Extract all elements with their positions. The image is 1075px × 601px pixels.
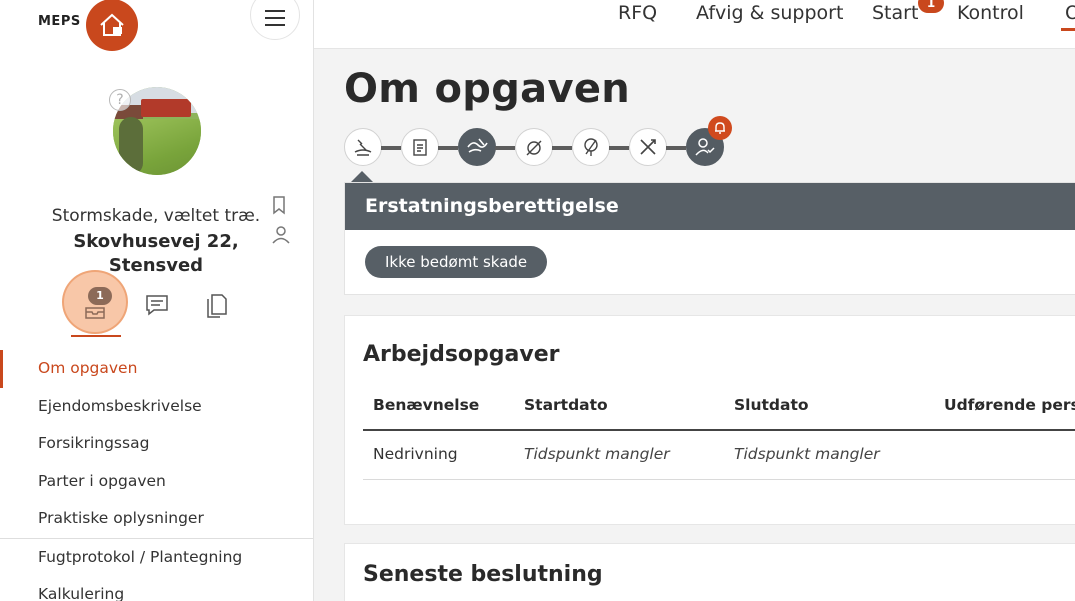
sidebar-item-om-opgaven[interactable]: Om opgaven: [0, 350, 313, 388]
step-connector: [495, 146, 515, 150]
column-header-startdato[interactable]: Startdato: [524, 396, 608, 414]
column-header-slutdato[interactable]: Slutdato: [734, 396, 809, 414]
topnav-active-item[interactable]: O: [1065, 2, 1075, 24]
column-header-udfoerende[interactable]: Udførende person: [944, 396, 1075, 414]
eligibility-header: Erstatningsberettigelse: [345, 183, 1075, 230]
tools-icon[interactable]: [629, 128, 667, 166]
sidebar-item-ejendomsbeskrivelse[interactable]: Ejendomsbeskrivelse: [0, 388, 313, 426]
topnav-active-underline: [1061, 28, 1075, 31]
latest-decision-title: Seneste beslutning: [363, 562, 603, 587]
sidebar-item-praktiske[interactable]: Praktiske oplysninger: [0, 500, 313, 538]
table-cell-start: Tidspunkt mangler: [524, 445, 670, 463]
tasks-title: Arbejdsopgaver: [363, 342, 560, 367]
quick-actions: 1: [62, 270, 262, 340]
latest-decision-card: Seneste beslutning: [344, 543, 1075, 601]
column-header-benaevnelse[interactable]: Benævnelse: [373, 396, 479, 414]
sidebar: MEPS ? Stormskade, væltet træ. Skovhusev…: [0, 0, 314, 601]
step-connector: [666, 146, 686, 150]
property-avatar: ?: [109, 87, 201, 175]
eligibility-card: Erstatningsberettigelse Ikke bedømt skad…: [344, 182, 1075, 295]
chat-icon[interactable]: [144, 292, 170, 318]
logo-house-icon[interactable]: [86, 0, 138, 51]
hamburger-menu-button[interactable]: [250, 0, 300, 40]
eligibility-status-pill[interactable]: Ikke bedømt skade: [365, 246, 548, 278]
people-hand-icon[interactable]: [344, 128, 382, 166]
active-tab-underline: [71, 335, 121, 337]
task-description: Stormskade, væltet træ.: [51, 206, 261, 226]
tree-bug-icon[interactable]: [572, 128, 610, 166]
step-connector: [609, 146, 629, 150]
table-cell-name[interactable]: Nedrivning: [373, 445, 458, 463]
topnav-kontrol[interactable]: Kontrol: [957, 2, 1024, 24]
address-line-1: Skovhusevej 22,: [73, 231, 239, 252]
step-connector: [438, 146, 458, 150]
brand-name: MEPS: [38, 14, 81, 29]
page-title: Om opgaven: [344, 66, 631, 112]
bell-icon[interactable]: [708, 116, 732, 140]
step-connector: [552, 146, 572, 150]
sidebar-item-forsikringssag[interactable]: Forsikringssag: [0, 425, 313, 463]
sidebar-item-kalkulering[interactable]: Kalkulering: [0, 576, 313, 601]
bookmark-icon[interactable]: [271, 195, 291, 215]
tasks-card: Arbejdsopgaver Benævnelse Startdato Slut…: [344, 315, 1075, 525]
documents-icon[interactable]: [204, 292, 230, 318]
topnav-start[interactable]: Start: [872, 2, 918, 24]
table-row-divider: [363, 479, 1075, 480]
topnav-rfq[interactable]: RFQ: [618, 2, 657, 24]
step-connector: [381, 146, 401, 150]
sidebar-item-parter[interactable]: Parter i opgaven: [0, 463, 313, 501]
topnav-afvig-support[interactable]: Afvig & support: [696, 2, 843, 24]
table-header-divider: [363, 429, 1075, 431]
notes-icon[interactable]: [401, 128, 439, 166]
sidebar-nav: Om opgaven Ejendomsbeskrivelse Forsikrin…: [0, 350, 313, 601]
no-water-icon[interactable]: [515, 128, 553, 166]
table-cell-end: Tidspunkt mangler: [734, 445, 880, 463]
help-icon[interactable]: ?: [109, 89, 131, 111]
inbox-badge: 1: [88, 287, 112, 305]
user-icon[interactable]: [271, 225, 291, 245]
storm-icon[interactable]: [458, 128, 496, 166]
sidebar-item-fugtprotokol[interactable]: Fugtprotokol / Plantegning: [0, 539, 313, 577]
